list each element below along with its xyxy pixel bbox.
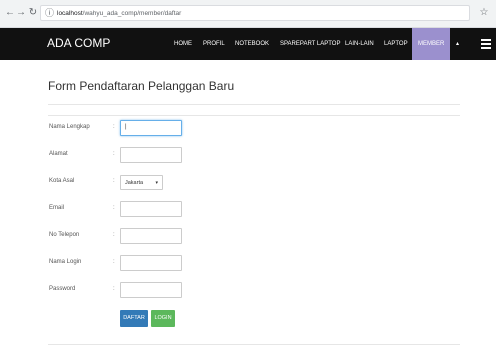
caret-up-icon[interactable]: ▴ xyxy=(456,28,459,60)
colon-separator: : xyxy=(113,205,115,211)
colon-separator: : xyxy=(113,286,115,292)
divider xyxy=(48,104,460,105)
nama-lengkap-input[interactable]: | xyxy=(120,120,182,136)
hamburger-menu-icon[interactable] xyxy=(481,39,491,49)
text-cursor: | xyxy=(125,124,127,130)
info-icon[interactable]: ⓘ xyxy=(45,8,55,18)
url-text: localhost/wahyu_ada_comp/member/daftar xyxy=(57,10,182,17)
site-navbar: ADA COMP HOME PROFIL NOTEBOOK SPAREPART … xyxy=(0,28,496,60)
menu-item-notebook[interactable]: NOTEBOOK xyxy=(229,28,275,60)
nama-login-label: Nama Login xyxy=(49,259,82,265)
divider xyxy=(48,344,460,345)
alamat-input[interactable] xyxy=(120,147,182,163)
brand-logo[interactable]: ADA COMP xyxy=(47,36,110,50)
colon-separator: : xyxy=(113,232,115,238)
no-telepon-input[interactable] xyxy=(120,228,182,244)
password-label: Password xyxy=(49,286,76,292)
email-input[interactable] xyxy=(120,201,182,217)
colon-separator: : xyxy=(113,124,115,130)
menu-item-home[interactable]: HOME xyxy=(168,28,198,60)
daftar-button[interactable]: DAFTAR xyxy=(120,310,148,327)
browser-toolbar: ← → ↻ ⓘ localhost/wahyu_ada_comp/member/… xyxy=(0,0,496,28)
page-title: Form Pendaftaran Pelanggan Baru xyxy=(48,79,235,93)
colon-separator: : xyxy=(113,259,115,265)
address-bar[interactable]: ⓘ localhost/wahyu_ada_comp/member/daftar xyxy=(40,5,470,21)
divider xyxy=(48,115,460,116)
menu-item-member[interactable]: MEMBER xyxy=(412,28,450,60)
nama-login-input[interactable] xyxy=(120,255,182,271)
no-telepon-label: No Telepon xyxy=(49,232,80,238)
menu-item-sparepart-laptop[interactable]: SPAREPART LAPTOP xyxy=(274,28,346,60)
alamat-label: Alamat xyxy=(49,151,68,157)
chevron-down-icon: ▾ xyxy=(155,180,158,186)
menu-item-profil[interactable]: PROFIL xyxy=(197,28,231,60)
nama-lengkap-label: Nama Lengkap xyxy=(49,124,90,130)
kota-asal-label: Kota Asal xyxy=(49,178,75,184)
password-input[interactable] xyxy=(120,282,182,298)
bookmark-star-icon[interactable]: ☆ xyxy=(478,7,490,19)
email-label: Email xyxy=(49,205,65,211)
menu-item-lain-lain[interactable]: LAIN-LAIN xyxy=(339,28,380,60)
login-button[interactable]: LOGIN xyxy=(151,310,175,327)
kota-asal-selected-value: Jakarta xyxy=(125,180,144,186)
colon-separator: : xyxy=(113,151,115,157)
forward-icon[interactable]: → xyxy=(15,7,27,19)
kota-asal-select[interactable]: Jakarta ▾ xyxy=(120,175,163,190)
colon-separator: : xyxy=(113,178,115,184)
menu-item-laptop[interactable]: LAPTOP xyxy=(378,28,414,60)
reload-icon[interactable]: ↻ xyxy=(27,7,39,19)
